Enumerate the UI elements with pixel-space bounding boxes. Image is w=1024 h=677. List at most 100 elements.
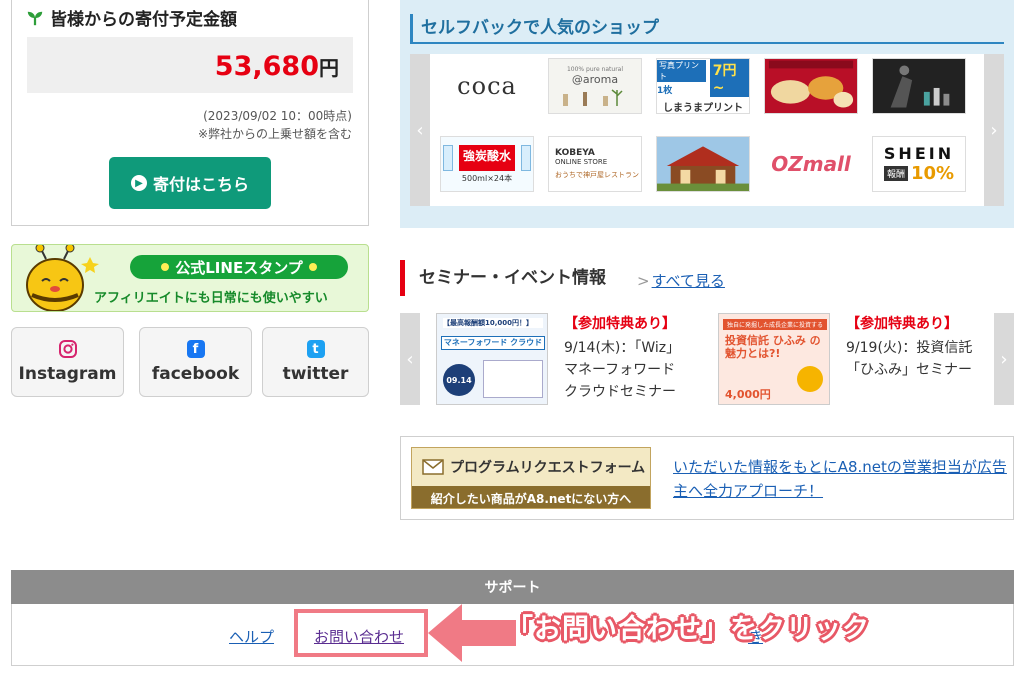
heading-underline [410, 42, 1004, 44]
thumb-title: 投資信託 ひふみ の魅力とは?! [725, 334, 821, 360]
program-request-link[interactable]: いただいた情報をもとにA8.netの営業担当が広告主へ全力アプローチ！ [673, 455, 1009, 503]
shop-tile-ozmall[interactable]: OZmall [764, 136, 858, 192]
shop-tile-fitness[interactable] [872, 58, 966, 114]
donation-timestamp: (2023/09/02 10：00時点) [203, 109, 352, 123]
twitter-button[interactable]: t twitter [262, 327, 369, 397]
chevron-right-icon: › [1000, 348, 1008, 370]
bottle-icon [521, 144, 531, 171]
donation-asof: (2023/09/02 10：00時点) ※弊社からの上乗せ額を含む [198, 107, 352, 143]
annotation-caption: 「お問い合わせ」をクリック [506, 614, 870, 645]
shop-print-label-a: 写真プリント [657, 59, 706, 82]
donate-button-label: 寄付はこちら [152, 175, 249, 194]
chevron-right-icon: › [990, 119, 998, 141]
shop-print-name: しまうまプリント [663, 102, 743, 114]
twitter-icon: t [306, 340, 325, 358]
bee-mascot-icon [26, 245, 99, 311]
donation-amount-box: 53,680円 [27, 37, 353, 93]
program-request-banner[interactable]: プログラムリクエストフォーム 紹介したい商品がA8.netにない方へ [411, 447, 651, 509]
donation-amount-unit: 円 [319, 56, 339, 80]
chevron-right-icon: ▶ [130, 175, 147, 191]
seminar-see-all-link[interactable]: > すべて見る [637, 270, 725, 291]
shop-tile-gyoza[interactable] [764, 58, 858, 114]
seminar-description[interactable]: 9/14(木)：「Wiz」マネーフォワード クラウドセミナー [564, 337, 684, 403]
donation-amount-value: 53,680 [214, 51, 319, 82]
shops-carousel: ‹ › coca 100% pure natural @aroma 写真プリント… [410, 54, 1004, 206]
instagram-label: Instagram [18, 364, 117, 384]
line-stamp-title: 公式LINEスタンプ [130, 255, 348, 279]
envelope-icon [422, 459, 444, 475]
thumb-title: マネーフォワード クラウド [441, 336, 545, 350]
shop-tile-kobeya[interactable]: KOBEYA ONLINE STORE おうちで神戸屋レストラン [548, 136, 642, 192]
program-request-banner-title: プログラムリクエストフォーム [450, 460, 646, 476]
program-request-box: プログラムリクエストフォーム 紹介したい商品がA8.netにない方へ いただいた… [400, 436, 1014, 520]
twitter-label: twitter [282, 364, 349, 384]
shop-tile-shein[interactable]: SHEIN 報酬 10% [872, 136, 966, 192]
aroma-plants-icon [563, 89, 623, 106]
screenshot-icon [483, 360, 543, 398]
bottle-icon [442, 144, 453, 171]
seminar-item: 独自に発掘した成長企業に投資する 投資信託 ひふみ の魅力とは?! 4,000円… [718, 313, 978, 405]
donate-button[interactable]: ▶ 寄付はこちら [109, 157, 271, 209]
line-stamp-title-text: 公式LINEスタンプ [175, 258, 303, 277]
seminar-description[interactable]: 9/19(火)：投資信託「ひふみ」セミナー [846, 337, 978, 381]
farm-photo-icon [657, 137, 749, 191]
seminar-item: 【最高報酬額10,000円！】 マネーフォワード クラウド 09.14 【参加特… [436, 313, 684, 405]
shop-print-label-b: 1枚 [657, 85, 673, 96]
shop-aroma-logo: @aroma [571, 73, 619, 86]
support-heading: サポート [11, 570, 1014, 604]
chevron-right-icon: > [637, 272, 650, 290]
seminar-thumbnail[interactable]: 独自に発掘した成長企業に投資する 投資信託 ひふみ の魅力とは?! 4,000円 [718, 313, 830, 405]
carousel-prev-button[interactable]: ‹ [410, 54, 430, 206]
shop-kobeya-sub: ONLINE STORE [555, 158, 608, 166]
selfback-shops-section: セルフバックで人気のショップ ‹ › coca 100% pure natura… [400, 0, 1014, 228]
line-stamp-banner[interactable]: 公式LINEスタンプ アフィリエイトにも日常にも使いやすい [11, 244, 369, 312]
donation-amount: 53,680円 [215, 51, 339, 82]
instagram-button[interactable]: Instagram [11, 327, 124, 397]
facebook-button[interactable]: f facebook [139, 327, 252, 397]
shop-aroma-tagline: 100% pure natural [566, 66, 624, 73]
seminar-prev-button[interactable]: ‹ [400, 313, 420, 405]
thumb-price: 4,000円 [725, 388, 771, 401]
chevron-left-icon: ‹ [406, 348, 414, 370]
dot-icon [308, 263, 317, 271]
food-photo-icon [765, 59, 857, 113]
seminar-text: 【参加特典あり】 9/19(火)：投資信託「ひふみ」セミナー [846, 313, 978, 405]
shop-tile-farm[interactable] [656, 136, 750, 192]
program-request-banner-sub: 紹介したい商品がA8.netにない方へ [412, 486, 650, 508]
sprout-icon [27, 11, 43, 25]
selfback-shops-heading: セルフバックで人気のショップ [410, 14, 659, 42]
donation-panel: 皆様からの寄付予定金額 53,680円 (2023/09/02 10：00時点)… [11, 0, 369, 226]
shop-ozmall-logo: OZmall [771, 152, 851, 176]
donation-title: 皆様からの寄付予定金額 [26, 5, 237, 30]
thumb-date: 09.14 [443, 364, 475, 396]
chevron-left-icon: ‹ [416, 119, 424, 141]
shop-soda-title: 強炭酸水 [458, 144, 515, 171]
donation-title-text: 皆様からの寄付予定金額 [50, 10, 237, 30]
seminar-thumbnail[interactable]: 【最高報酬額10,000円！】 マネーフォワード クラウド 09.14 [436, 313, 548, 405]
dot-icon [161, 263, 170, 271]
seminar-next-button[interactable]: › [994, 313, 1014, 405]
thumb-top-text: 【最高報酬額10,000円！】 [443, 318, 543, 328]
shop-print-price: 7円~ [709, 59, 749, 97]
shop-shein-reward-value: 10% [910, 163, 955, 184]
shop-tile-soda[interactable]: 強炭酸水 500ml×24本 [440, 136, 534, 192]
facebook-icon: f [186, 340, 205, 358]
line-stamp-subtitle: アフィリエイトにも日常にも使いやすい [94, 291, 328, 306]
thumb-top-text: 独自に発掘した成長企業に投資する [723, 319, 827, 330]
facebook-label: facebook [151, 364, 240, 384]
shop-tile-coca[interactable]: coca [440, 58, 534, 114]
shop-tile-aroma[interactable]: 100% pure natural @aroma [548, 58, 642, 114]
carousel-next-button[interactable]: › [984, 54, 1004, 206]
shop-kobeya-logo: KOBEYA [555, 148, 595, 158]
instagram-icon [58, 340, 77, 358]
seminar-text: 【参加特典あり】 9/14(木)：「Wiz」マネーフォワード クラウドセミナー [564, 313, 684, 405]
shop-coca-logo: coca [457, 72, 517, 100]
program-request-banner-top: プログラムリクエストフォーム [412, 448, 650, 486]
badge-icon [797, 366, 823, 392]
fitness-photo-icon [873, 59, 965, 113]
donation-note: ※弊社からの上乗せ額を含む [197, 127, 352, 141]
help-link[interactable]: ヘルプ [229, 626, 274, 647]
shop-tile-shimauma-print[interactable]: 写真プリント 1枚 7円~ しまうまプリント [656, 58, 750, 114]
shop-kobeya-sub2: おうちで神戸屋レストラン [555, 171, 639, 179]
seminar-badge: 【参加特典あり】 [564, 316, 676, 332]
